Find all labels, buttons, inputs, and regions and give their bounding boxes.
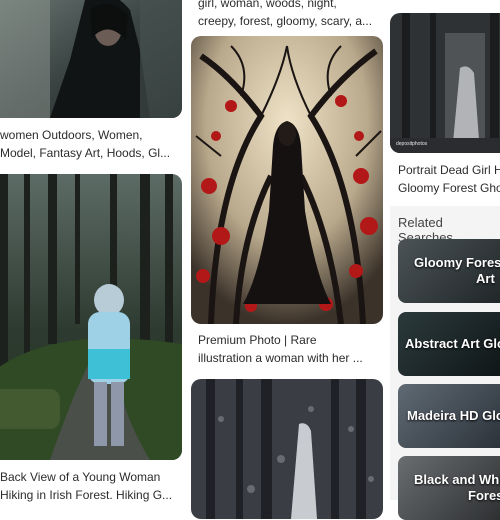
related-search-black-and-white-forest[interactable]: Black and Whi Fores <box>398 456 500 520</box>
card-caption[interactable]: Back View of a Young Woman Hiking in Iri… <box>0 468 182 504</box>
hooded-woman-picture <box>0 0 182 118</box>
card-caption[interactable]: Premium Photo | Rare illustration a woma… <box>198 331 380 367</box>
related-search-abstract-art[interactable]: Abstract Art Glo <box>398 312 500 376</box>
image-dead-girl-portrait[interactable]: depositphotos <box>390 13 500 153</box>
related-search-gloomy-forest-art[interactable]: Gloomy Forest Art <box>398 239 500 303</box>
dead-girl-picture <box>390 13 500 153</box>
image-dark-forest-figure[interactable] <box>191 379 383 519</box>
watermark-text: depositphotos <box>396 141 428 147</box>
gothic-illustration-picture <box>191 36 383 324</box>
related-search-madeira-hd[interactable]: Madeira HD Glo <box>398 384 500 448</box>
image-forest-hiker[interactable] <box>0 174 182 460</box>
card-caption[interactable]: women Outdoors, Women, Model, Fantasy Ar… <box>0 126 182 162</box>
image-hooded-woman[interactable] <box>0 0 182 118</box>
card-caption[interactable]: Portrait Dead Girl H Gloomy Forest Gho <box>398 161 500 197</box>
image-gothic-woman-illustration[interactable] <box>191 36 383 324</box>
forest-hiker-picture <box>0 174 182 460</box>
dark-forest-picture <box>191 379 383 519</box>
card-caption[interactable]: girl, woman, woods, night, creepy, fores… <box>198 0 380 30</box>
